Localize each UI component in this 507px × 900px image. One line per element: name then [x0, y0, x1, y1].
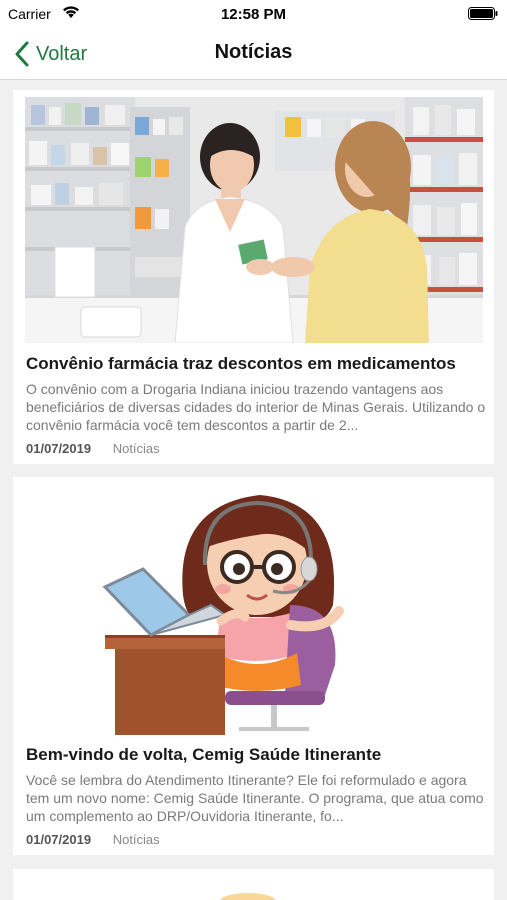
news-excerpt: O convênio com a Drogaria Indiana inicio… [26, 381, 486, 433]
news-date: 01/07/2019 [26, 441, 92, 456]
news-card[interactable]: Convênio farmácia traz descontos em medi… [13, 90, 494, 464]
news-category: Notícias [112, 832, 160, 847]
page-title: Notícias [214, 41, 293, 63]
cartoon-call-center-attendant-illustration [25, 485, 483, 735]
news-title: Bem-vindo de volta, Cemig Saúde Itineran… [26, 745, 382, 764]
news-excerpt: Você se lembra do Atendimento Itinerante… [26, 772, 484, 824]
news-card[interactable] [13, 869, 494, 900]
news-date: 01/07/2019 [26, 832, 92, 847]
news-card[interactable]: Bem-vindo de volta, Cemig Saúde Itineran… [13, 477, 494, 855]
navigation-bar: Voltar Notícias [0, 28, 507, 80]
news-meta: 01/07/2019 Notícias [26, 441, 160, 456]
news-feed[interactable]: Convênio farmácia traz descontos em medi… [0, 80, 507, 900]
news-meta: 01/07/2019 Notícias [26, 832, 160, 847]
status-bar: Carrier 12:58 PM [0, 0, 507, 28]
news-title: Convênio farmácia traz descontos em medi… [26, 354, 456, 373]
news-card-image-partial [13, 869, 494, 900]
pharmacist-and-customer-photo [25, 97, 483, 343]
battery-icon [468, 7, 498, 20]
status-time: 12:58 PM [220, 6, 287, 23]
news-category: Notícias [112, 441, 160, 456]
